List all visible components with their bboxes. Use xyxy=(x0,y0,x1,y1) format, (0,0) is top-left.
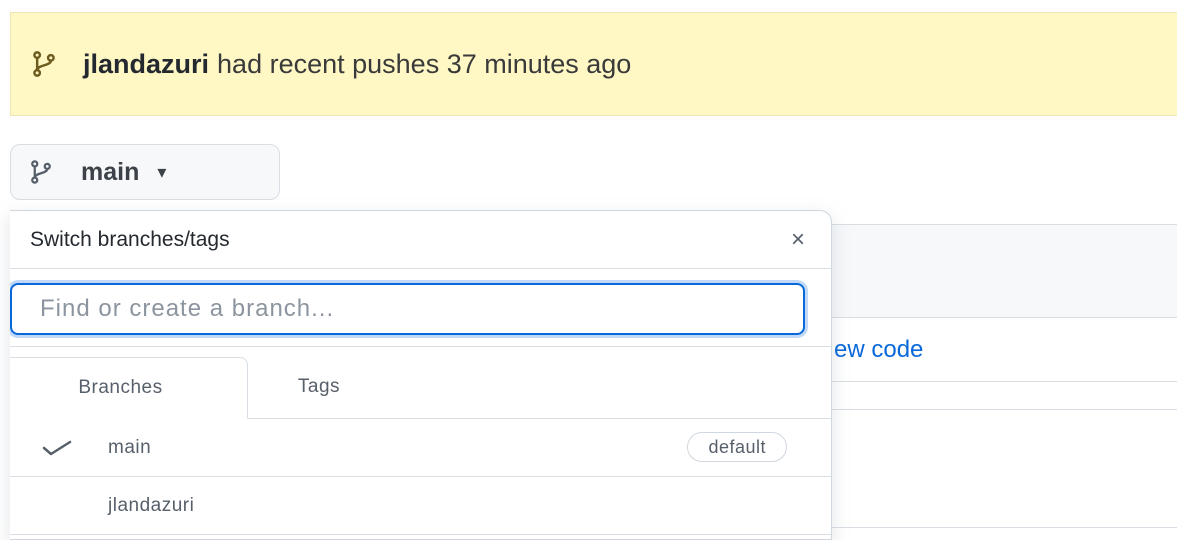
dropdown-header: Switch branches/tags × xyxy=(10,211,831,269)
recent-pushes-banner: jlandazuri had recent pushes 37 minutes … xyxy=(10,12,1177,116)
default-badge: default xyxy=(687,432,787,462)
branch-search-input[interactable] xyxy=(10,283,805,335)
branch-name: jlandazuri xyxy=(108,494,195,516)
view-code-link[interactable]: ew code xyxy=(834,336,923,364)
divider xyxy=(820,409,1177,410)
git-branch-icon xyxy=(33,51,55,77)
branch-name: main xyxy=(108,436,152,458)
divider xyxy=(820,527,1177,528)
dropdown-tabs: Branches Tags xyxy=(10,347,831,419)
banner-username-link[interactable]: jlandazuri xyxy=(83,49,209,80)
branch-item-main[interactable]: main default xyxy=(10,419,831,477)
git-branch-icon xyxy=(31,160,51,184)
tab-branches[interactable]: Branches xyxy=(10,357,248,419)
check-icon xyxy=(10,440,108,456)
dropdown-title: Switch branches/tags xyxy=(30,227,230,251)
close-icon[interactable]: × xyxy=(791,226,805,254)
background-panel-header xyxy=(820,224,1177,318)
branch-switcher-dropdown: Switch branches/tags × Branches Tags mai… xyxy=(10,210,832,540)
divider xyxy=(820,381,1177,382)
search-container xyxy=(10,269,831,347)
divider xyxy=(820,317,1177,318)
branch-item-jlandazuri[interactable]: jlandazuri xyxy=(10,477,831,535)
current-branch-label: main xyxy=(81,157,140,186)
banner-message: had recent pushes 37 minutes ago xyxy=(217,48,632,79)
branch-selector-button[interactable]: main ▾ xyxy=(10,144,280,200)
tab-tags[interactable]: Tags xyxy=(254,356,384,418)
chevron-down-icon: ▾ xyxy=(157,161,167,182)
